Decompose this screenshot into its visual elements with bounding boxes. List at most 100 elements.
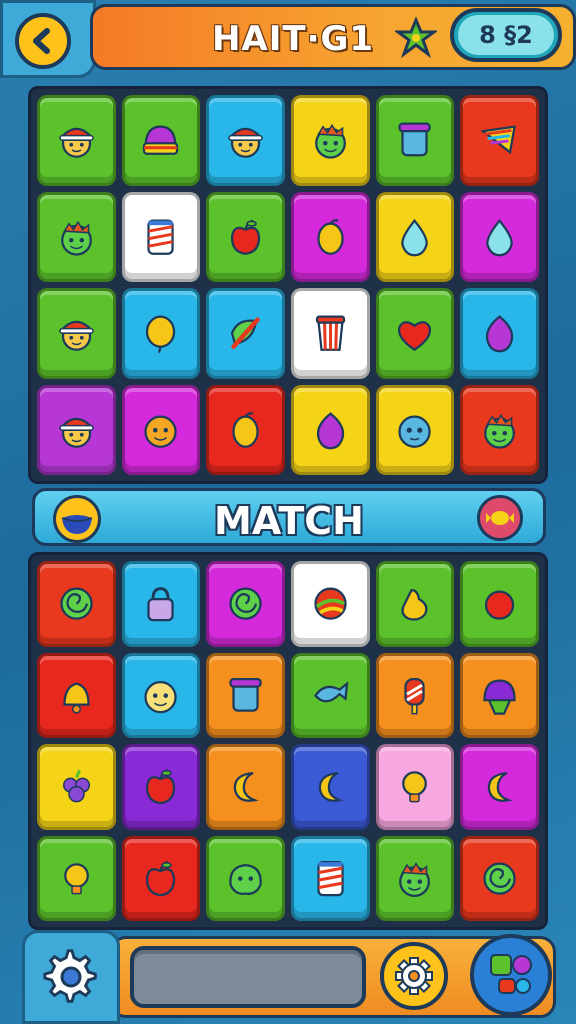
- top-board-tile[interactable]: [206, 95, 285, 186]
- top-board-tile[interactable]: [37, 384, 116, 475]
- bottom-board-tile[interactable]: [206, 561, 285, 647]
- bottom-board-tile[interactable]: [121, 835, 201, 921]
- bottom-board-tile[interactable]: [460, 744, 539, 830]
- shapes-button[interactable]: [470, 934, 552, 1016]
- top-board-tile[interactable]: [37, 288, 116, 379]
- plum-icon: [316, 411, 344, 449]
- top-board-tile[interactable]: [290, 191, 370, 282]
- green-face-icon: [60, 220, 92, 256]
- bottom-game-board: [28, 552, 548, 930]
- balloon-icon: [146, 315, 176, 354]
- green-face-icon: [484, 413, 516, 449]
- candy-icon[interactable]: [477, 495, 523, 541]
- jar-icon: [398, 122, 432, 157]
- rainbow-flag-icon: [480, 125, 517, 155]
- yellow-face-icon: [144, 680, 178, 713]
- top-board-tile[interactable]: [121, 288, 201, 379]
- gear-button[interactable]: [380, 942, 448, 1010]
- bottom-board-tile[interactable]: [460, 835, 539, 921]
- match-bar: MATCH: [32, 488, 546, 546]
- score-value: 8 §2: [458, 15, 554, 55]
- lemon-icon: [232, 411, 259, 448]
- bottom-board-tile[interactable]: [206, 835, 285, 921]
- top-board-tile[interactable]: [121, 384, 201, 475]
- drop-icon: [486, 218, 513, 256]
- top-board-tile[interactable]: [290, 288, 370, 379]
- bottom-board-tile[interactable]: [460, 561, 539, 647]
- bottom-board-tile[interactable]: [290, 561, 370, 647]
- progress-slot: [130, 946, 366, 1008]
- plum-icon: [486, 315, 514, 353]
- bottom-board-tile[interactable]: [37, 744, 116, 830]
- top-board-tile[interactable]: [375, 288, 455, 379]
- bottom-board-tile[interactable]: [375, 744, 455, 830]
- star-icon: [395, 17, 437, 59]
- settings-button[interactable]: [22, 930, 120, 1024]
- bottom-board-tile[interactable]: [460, 652, 539, 738]
- lemon-icon: [317, 218, 344, 255]
- apple-icon: [146, 860, 176, 896]
- bulb-icon: [402, 771, 428, 803]
- striped-beanie-icon: [143, 125, 179, 155]
- back-tab: [0, 0, 96, 78]
- face-hat-icon: [58, 417, 94, 448]
- header: HAIT·G1 8 §2: [0, 0, 576, 78]
- swirl-icon: [60, 587, 93, 620]
- top-board-tile[interactable]: [375, 384, 455, 475]
- face-hat-icon: [228, 127, 264, 158]
- top-board-tile[interactable]: [37, 95, 116, 186]
- bottom-board-tile[interactable]: [290, 835, 370, 921]
- top-board-tile[interactable]: [375, 191, 455, 282]
- bulb-icon: [63, 862, 89, 895]
- top-board-tile[interactable]: [460, 95, 539, 186]
- chevron-left-icon: [33, 28, 50, 54]
- top-board-tile[interactable]: [121, 95, 201, 186]
- blue-face-icon: [398, 415, 432, 448]
- beanie-icon: [483, 679, 516, 715]
- berry-icon: [485, 590, 515, 620]
- pear-icon: [401, 589, 428, 621]
- bottom-board-tile[interactable]: [290, 652, 370, 738]
- green-monster-icon: [229, 863, 262, 895]
- page-title: HAIT·G1: [211, 19, 375, 59]
- heart-icon: [398, 321, 432, 352]
- top-board-tile[interactable]: [37, 191, 116, 282]
- drop-icon: [401, 218, 429, 256]
- top-board-tile[interactable]: [460, 288, 539, 379]
- green-face-icon: [399, 861, 431, 897]
- top-board-tile[interactable]: [460, 384, 539, 475]
- striped-cup-icon: [317, 860, 344, 896]
- score-display: 8 §2: [450, 8, 562, 62]
- bottom-board-tile[interactable]: [121, 561, 201, 647]
- grape-icon: [62, 769, 90, 803]
- bottom-board-tile[interactable]: [206, 652, 285, 738]
- jar-icon: [229, 677, 262, 712]
- top-board-tile[interactable]: [121, 191, 201, 282]
- bottom-board-tile[interactable]: [375, 652, 455, 738]
- top-board-tile[interactable]: [460, 191, 539, 282]
- gear-icon: [395, 957, 433, 995]
- bottom-board-tile[interactable]: [375, 561, 455, 647]
- top-board-tile[interactable]: [206, 288, 285, 379]
- bottom-board-tile[interactable]: [206, 744, 285, 830]
- top-board-tile[interactable]: [375, 95, 455, 186]
- top-board-tile[interactable]: [206, 191, 285, 282]
- popsicle-icon: [404, 677, 426, 715]
- crescent-icon: [487, 772, 513, 802]
- fish-icon: [313, 680, 349, 703]
- bottom-board-tile[interactable]: [37, 835, 116, 921]
- back-button[interactable]: [15, 13, 71, 69]
- lock-icon: [147, 587, 175, 622]
- bottom-board-tile[interactable]: [37, 652, 116, 738]
- bottom-board-tile[interactable]: [121, 744, 201, 830]
- bottom-board-tile[interactable]: [37, 561, 116, 647]
- bottom-board-tile[interactable]: [375, 835, 455, 921]
- top-board-tile[interactable]: [290, 384, 370, 475]
- bottom-board-tile[interactable]: [290, 744, 370, 830]
- apple-icon: [231, 219, 261, 255]
- top-board-tile[interactable]: [290, 95, 370, 186]
- face-hat-icon: [58, 320, 94, 351]
- bottom-board-tile[interactable]: [121, 652, 201, 738]
- green-face-icon: [314, 123, 346, 159]
- top-board-tile[interactable]: [206, 384, 285, 475]
